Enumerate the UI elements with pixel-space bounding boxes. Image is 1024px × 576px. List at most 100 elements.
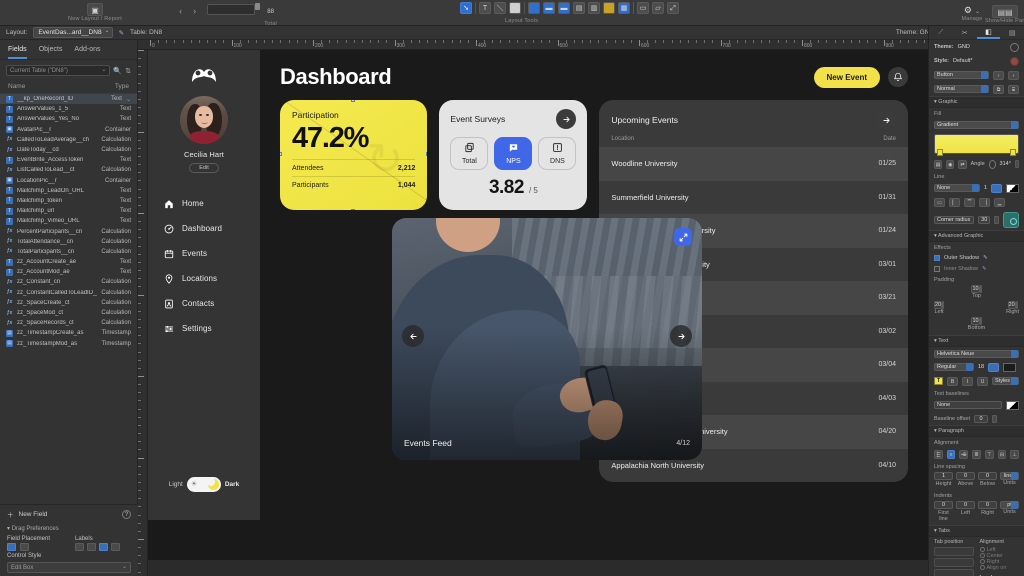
gradient-linear-icon[interactable]: ▤ [934, 159, 943, 169]
field-row[interactable]: ƒx zz_Constant_cn Calculation [0, 277, 137, 287]
sidebar-item-dashboard[interactable]: Dashboard [148, 216, 260, 241]
manage-chevron-icon[interactable]: ⌄ [975, 9, 980, 15]
edit-profile-button[interactable]: Edit [189, 163, 219, 173]
ind-right-cell[interactable]: 0 Right [978, 501, 997, 522]
new-layout-icon[interactable]: ▣ [87, 3, 103, 16]
field-row[interactable]: Tzz_AccountCreate_ae Text [0, 257, 137, 267]
label-none-icon[interactable] [75, 543, 85, 551]
outer-shadow-checkbox[interactable] [934, 254, 940, 261]
surveys-arrow-right-icon[interactable] [556, 109, 577, 129]
selection-handle[interactable] [280, 100, 282, 102]
selection-handle[interactable] [425, 100, 428, 102]
fill-select[interactable]: Gradient [934, 120, 1019, 129]
sidebar-item-contacts[interactable]: Contacts [148, 291, 260, 316]
panes-group[interactable]: ▤▤ Show/Hide Panes [985, 5, 1024, 24]
layout-select[interactable]: EventDas...ard__DN8 [33, 27, 113, 38]
slide-tool-icon[interactable]: ⤢ [667, 2, 679, 14]
align-center-icon[interactable]: ≡ [946, 449, 956, 459]
field-row[interactable]: ƒx PercentParticipants__cn Calculation [0, 226, 137, 236]
label-above-icon[interactable] [87, 543, 97, 551]
baseline-offset-stepper[interactable] [991, 414, 997, 423]
tabcontrol-tool-icon[interactable]: ▥ [588, 2, 600, 14]
align-justify-icon[interactable]: ≣ [972, 449, 981, 459]
graphic-section[interactable]: ▾ Graphic [929, 96, 1024, 108]
tab-position-field[interactable] [934, 547, 974, 556]
tab-addons[interactable]: Add-ons [74, 46, 100, 59]
gradient-stop-start[interactable] [937, 149, 943, 156]
padding-left-cell[interactable]: 20 Left [934, 301, 945, 315]
add-icon[interactable]: ＋ [7, 509, 14, 519]
font-weight-select[interactable]: Regular [934, 363, 974, 371]
selection-handle[interactable] [425, 152, 428, 156]
field-row[interactable]: T EventBrite_AccessToken Text [0, 155, 137, 165]
sidebar-item-settings[interactable]: Settings [148, 316, 260, 341]
field-row[interactable]: ▣ LocationPic__r Container [0, 176, 137, 186]
object-type-select[interactable]: Button [934, 71, 989, 79]
sidebar-item-home[interactable]: Home [148, 191, 260, 216]
state-paste-icon[interactable]: ⌸ [1008, 84, 1019, 94]
inspector-tab-styles[interactable]: ✂ [953, 26, 977, 39]
selection-handle[interactable] [280, 152, 282, 156]
bell-icon[interactable] [888, 67, 908, 87]
new-layout-group[interactable]: ▣ New Layout / Report [50, 3, 140, 22]
ind-right-value[interactable]: 0 [978, 501, 997, 509]
field-row[interactable]: ƒx zz_SpaceRecords_ct Calculation [0, 318, 137, 328]
pencil-icon[interactable]: ✎ [119, 29, 124, 37]
field-row[interactable]: ƒx zz_ConstantCalledToLeadID__ct Calculati… [0, 288, 137, 298]
webviewer-tool-icon[interactable]: ▦ [618, 2, 630, 14]
ind-units-cell[interactable]: pt Units [1000, 501, 1019, 522]
sidebar-item-locations[interactable]: Locations [148, 266, 260, 291]
sort-icon[interactable]: ⇅ [125, 67, 131, 75]
ls-below-cell[interactable]: 0 Below [978, 472, 997, 487]
events-feed-card[interactable]: Events Feed 4/12 [392, 218, 702, 460]
angle-dial-icon[interactable] [988, 159, 996, 169]
survey-button-total[interactable]: Total [450, 137, 489, 170]
placement-vertical-icon[interactable] [7, 543, 16, 551]
control-style-select[interactable]: Edit Box [7, 562, 131, 573]
record-field[interactable] [207, 4, 256, 15]
field-row[interactable]: T Mailchimp_token Text [0, 196, 137, 206]
field-row[interactable]: T Mailchimp_LeadOn_URL Text [0, 186, 137, 196]
highlight-icon[interactable]: T [934, 377, 943, 385]
theme-toggle[interactable]: Light ☀ Dark [148, 477, 260, 492]
buttonbar-tool-icon[interactable]: ▭ [637, 2, 649, 14]
ind-first-cell[interactable]: 0 First line [934, 501, 953, 522]
font-size-value[interactable]: 18 [978, 364, 984, 370]
button-tool-icon[interactable]: ▬ [558, 2, 570, 14]
ls-height-cell[interactable]: 1 Height [934, 472, 953, 487]
line-color-swatch[interactable] [1006, 183, 1019, 193]
expand-icon[interactable] [674, 228, 692, 246]
valign-bottom-icon[interactable]: ⊥ [1010, 449, 1020, 459]
border-left-icon[interactable]: ▏ [949, 197, 960, 207]
gradient-preview[interactable] [934, 134, 1019, 156]
inner-shadow-edit-icon[interactable]: ✎ [982, 266, 987, 272]
new-event-button[interactable]: New Event [813, 66, 880, 88]
corner-radius-stepper[interactable] [994, 215, 1000, 224]
text-styles-select[interactable]: Styles [992, 377, 1019, 385]
padding-right-value[interactable]: 20 [1007, 301, 1016, 309]
padding-left-value[interactable]: 20 [934, 301, 943, 309]
ind-left-cell[interactable]: 0 Left [956, 501, 975, 522]
gradient-radial-icon[interactable]: ◉ [946, 159, 955, 169]
padding-top-value[interactable]: 10 [971, 285, 980, 293]
state-next-icon[interactable]: › [1008, 70, 1019, 80]
selection-handle[interactable] [351, 208, 355, 210]
line-tool-icon[interactable]: ＼ [494, 2, 506, 14]
field-row[interactable]: T __kp_OneRecord_ID Text ⌄ [0, 94, 137, 105]
field-row[interactable]: ƒx zz_SpaceMod_ct Calculation [0, 308, 137, 318]
drag-preferences-section[interactable]: ▾ Drag Preferences [0, 523, 138, 534]
ind-left-value[interactable]: 0 [956, 501, 975, 509]
border-bottom-icon[interactable]: ▁ [994, 197, 1005, 207]
feed-next-button[interactable] [670, 325, 692, 347]
font-family-select[interactable]: Helvetica Neue [934, 349, 1019, 358]
outer-shadow-edit-icon[interactable]: ✎ [983, 255, 988, 261]
upcoming-arrow-right-icon[interactable] [876, 110, 896, 130]
font-size-stepper[interactable] [988, 362, 1000, 372]
text-color-swatch[interactable] [1003, 362, 1017, 372]
tab-position-field[interactable] [934, 558, 974, 567]
layout-canvas[interactable]: Cecilia Hart Edit Home Dashboard Events Loc… [148, 50, 928, 560]
corner-radius-value[interactable]: 30 [978, 215, 991, 224]
corner-target-icon[interactable] [1003, 211, 1019, 228]
field-row[interactable]: ▤ zz_TimestampMod_as Timestamp [0, 339, 137, 349]
search-icon[interactable]: 🔍 [113, 67, 122, 75]
